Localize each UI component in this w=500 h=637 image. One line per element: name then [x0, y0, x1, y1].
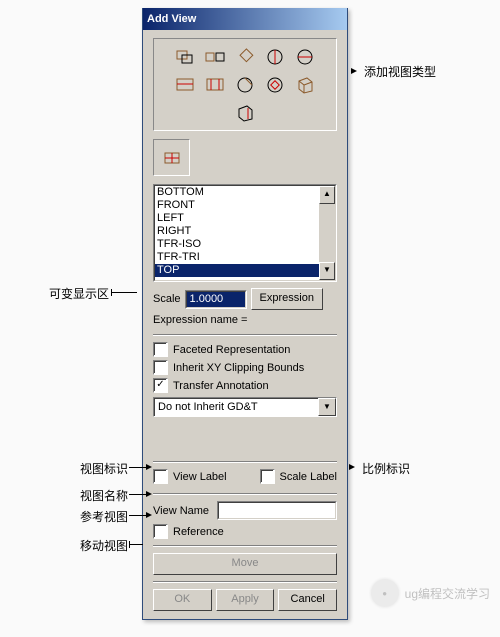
title-bar[interactable]: Add View	[143, 8, 347, 30]
ann-moveview: 移动视图	[80, 537, 128, 554]
expression-name-label: Expression name =	[153, 314, 337, 326]
line	[129, 515, 147, 516]
view-type-icon-11[interactable]	[232, 100, 259, 125]
line	[129, 544, 143, 545]
view-list[interactable]: BOTTOM FRONT LEFT RIGHT TFR-ISO TFR-TRI …	[154, 185, 336, 281]
view-type-icon-9[interactable]	[262, 72, 289, 97]
list-item[interactable]: FRONT	[155, 199, 319, 212]
view-type-icon-8[interactable]	[232, 72, 259, 97]
view-type-icon-10[interactable]	[292, 72, 319, 97]
line	[111, 289, 112, 296]
list-item[interactable]: RIGHT	[155, 225, 319, 238]
scale-input[interactable]: 1.0000	[185, 290, 247, 309]
view-type-icon-3[interactable]	[232, 44, 259, 69]
arrow-icon	[351, 68, 357, 74]
list-item[interactable]: BOTTOM	[155, 186, 319, 199]
clip-label: Inherit XY Clipping Bounds	[173, 362, 304, 374]
ann-scalelabel: 比例标识	[362, 460, 410, 477]
list-item[interactable]: TFR-TRI	[155, 251, 319, 264]
view-name-input[interactable]	[217, 501, 337, 520]
arrow-icon	[349, 464, 355, 470]
scale-label: Scale	[153, 293, 181, 305]
view-label-text: View Label	[173, 471, 227, 483]
line	[111, 292, 137, 293]
ann-viewlabel: 视图标识	[80, 460, 128, 477]
ok-button[interactable]: OK	[153, 589, 212, 611]
watermark: ● ug编程交流学习	[371, 579, 490, 607]
arrow-icon	[146, 491, 152, 497]
scale-label-checkbox[interactable]: Scale Label	[260, 469, 338, 484]
view-type-icon-7[interactable]	[202, 72, 229, 97]
list-item[interactable]: TOP	[155, 264, 319, 277]
ann-viewtype: 添加视图类型	[364, 63, 436, 80]
cancel-button[interactable]: Cancel	[278, 589, 337, 611]
ann-vardisp: 可变显示区	[49, 285, 109, 302]
watermark-text: ug编程交流学习	[405, 585, 490, 602]
add-view-dialog: Add View BOTTOM FRONT LEFT RIGHT	[142, 8, 348, 620]
chevron-down-icon[interactable]: ▼	[318, 398, 336, 416]
line	[129, 494, 147, 495]
expression-button[interactable]: Expression	[251, 288, 323, 310]
watermark-logo-icon: ●	[371, 579, 399, 607]
view-label-checkbox[interactable]: View Label	[153, 469, 227, 484]
arrow-icon	[146, 512, 152, 518]
combo-value: Do not Inherit GD&T	[154, 398, 318, 416]
faceted-checkbox[interactable]: Faceted Representation	[153, 342, 337, 357]
gdt-combo[interactable]: Do not Inherit GD&T ▼	[153, 397, 337, 417]
ann-viewname: 视图名称	[80, 487, 128, 504]
list-item[interactable]: LEFT	[155, 212, 319, 225]
arrow-icon	[146, 464, 152, 470]
xfer-checkbox[interactable]: ✓Transfer Annotation	[153, 378, 337, 393]
scrollbar[interactable]: ▲ ▼	[319, 186, 335, 280]
line	[129, 467, 147, 468]
reference-label: Reference	[173, 526, 224, 538]
import-view-toolbar	[153, 139, 190, 176]
move-button[interactable]: Move	[153, 553, 337, 575]
clip-checkbox[interactable]: Inherit XY Clipping Bounds	[153, 360, 337, 375]
view-type-icon-5[interactable]	[292, 44, 319, 69]
view-type-icon-1[interactable]	[172, 44, 199, 69]
apply-button[interactable]: Apply	[216, 589, 275, 611]
view-type-icon-6[interactable]	[172, 72, 199, 97]
ann-refview: 参考视图	[80, 508, 128, 525]
scale-label-text: Scale Label	[280, 471, 338, 483]
import-view-icon[interactable]	[159, 145, 186, 170]
title-text: Add View	[147, 13, 196, 25]
list-item[interactable]: TFR-ISO	[155, 238, 319, 251]
reference-checkbox[interactable]: Reference	[153, 524, 337, 539]
view-type-toolbar	[153, 38, 337, 131]
line	[129, 541, 130, 548]
faceted-label: Faceted Representation	[173, 344, 290, 356]
xfer-label: Transfer Annotation	[173, 380, 269, 392]
scroll-up-icon[interactable]: ▲	[319, 186, 335, 204]
view-type-icon-4[interactable]	[262, 44, 289, 69]
view-list-wrap: BOTTOM FRONT LEFT RIGHT TFR-ISO TFR-TRI …	[153, 184, 337, 282]
scroll-down-icon[interactable]: ▼	[319, 262, 335, 280]
view-name-label: View Name	[153, 505, 213, 517]
view-type-icon-2[interactable]	[202, 44, 229, 69]
